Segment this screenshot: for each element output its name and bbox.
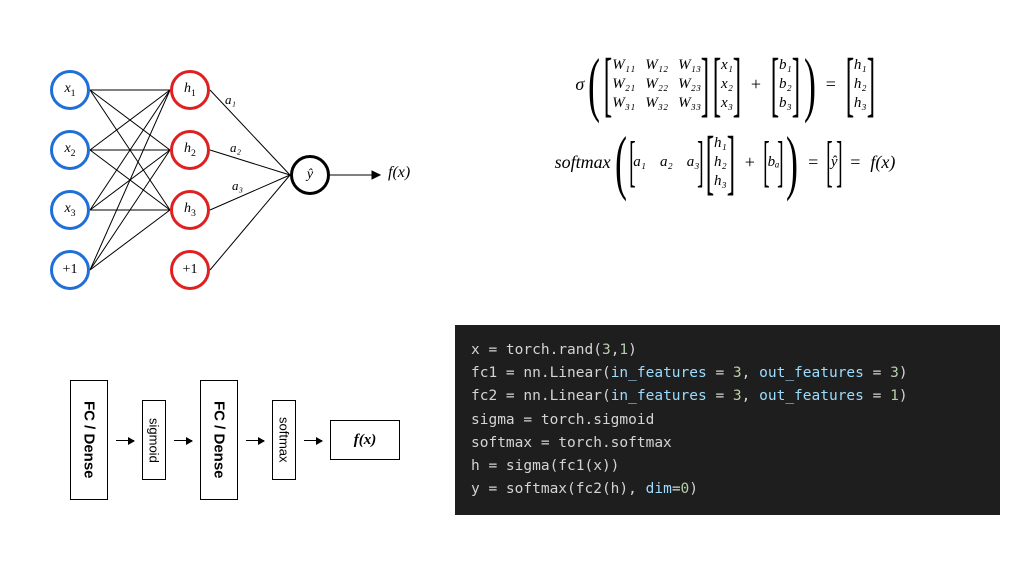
input-neuron-x1: x1: [50, 70, 90, 110]
output-fx-label: f(x): [388, 164, 410, 182]
code-line: softmax = torch.softmax: [471, 435, 672, 451]
block-fc1: FC / Dense: [70, 380, 108, 500]
output-neuron: ŷ: [290, 155, 330, 195]
equation-sigmoid-layer: σ ( [ W₁₁W₁₂W₁₃ W₂₁W₂₂W₂₃ W₃₁W₃₂W₃₃ ] [ …: [440, 55, 1010, 113]
vector-x: [ x₁x₂x₃ ]: [713, 55, 741, 113]
scalar-ba: [bₐ]: [765, 140, 782, 184]
edge-label-a2: a₂: [230, 140, 241, 156]
code-line: fc1 = nn.Linear(in_features = 3, out_fea…: [471, 365, 908, 381]
block-output: f(x): [330, 420, 400, 460]
arrow-icon: [304, 440, 322, 441]
hidden-bias-neuron: +1: [170, 250, 210, 290]
edge-label-a1: a₁: [225, 92, 236, 108]
arrow-icon: [246, 440, 264, 441]
nn-graph-diagram: x1 x2 x3 +1 h1 h2 h3 +1 ŷ a₁ a₂ a₃ f(x): [20, 60, 430, 320]
code-line: fc2 = nn.Linear(in_features = 3, out_fea…: [471, 388, 908, 404]
code-line: h = sigma(fc1(x)): [471, 458, 619, 474]
code-block: x = torch.rand(3,1) fc1 = nn.Linear(in_f…: [455, 325, 1000, 515]
hidden-neuron-h1: h1: [170, 70, 210, 110]
matrix-W: [ W₁₁W₁₂W₁₃ W₂₁W₂₂W₂₃ W₃₁W₃₂W₃₃ ]: [604, 55, 709, 113]
vector-h-2: [ h₁h₂h₃ ]: [706, 133, 735, 191]
hidden-neuron-h3: h3: [170, 190, 210, 230]
arrow-icon: [174, 440, 192, 441]
block-sigmoid: sigmoid: [142, 400, 166, 480]
block-fc2: FC / Dense: [200, 380, 238, 500]
block-diagram: FC / Dense sigmoid FC / Dense softmax f(…: [70, 360, 430, 520]
equations-panel: σ ( [ W₁₁W₁₂W₁₃ W₂₁W₂₂W₂₃ W₃₁W₃₂W₃₃ ] [ …: [440, 55, 1010, 211]
code-line: y = softmax(fc2(h), dim=0): [471, 481, 698, 497]
scalar-yhat: [ŷ]: [828, 140, 840, 184]
arrow-icon: [116, 440, 134, 441]
input-neuron-x3: x3: [50, 190, 90, 230]
vector-h: [ h₁h₂h₃ ]: [846, 55, 875, 113]
code-line: sigma = torch.sigmoid: [471, 412, 654, 428]
edge-label-a3: a₃: [232, 178, 243, 194]
equation-softmax-layer: softmax ( [ a₁a₂a₃ ] [ h₁h₂h₃ ] + [bₐ] )…: [440, 133, 1010, 191]
row-vector-a: [ a₁a₂a₃ ]: [631, 140, 702, 184]
vector-b: [ b₁b₂b₃ ]: [771, 55, 800, 113]
block-softmax: softmax: [272, 400, 296, 480]
input-neuron-x2: x2: [50, 130, 90, 170]
code-line: x = torch.rand(3,1): [471, 342, 637, 358]
input-bias-neuron: +1: [50, 250, 90, 290]
hidden-neuron-h2: h2: [170, 130, 210, 170]
